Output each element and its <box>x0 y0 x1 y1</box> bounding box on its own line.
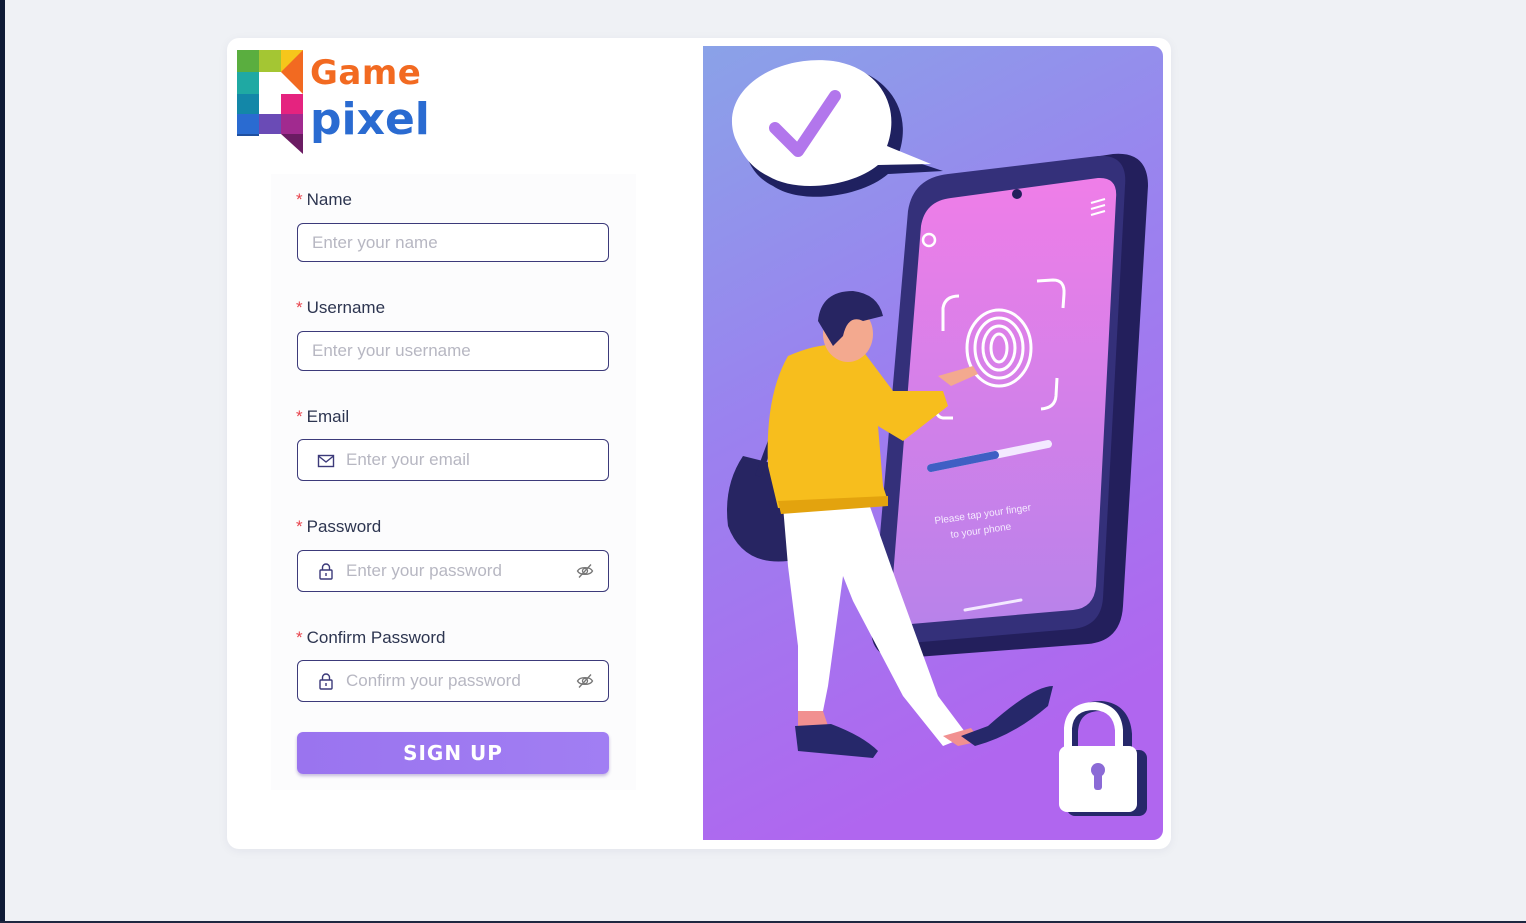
eye-off-icon[interactable] <box>576 562 594 580</box>
password-field[interactable] <box>297 550 609 592</box>
username-label: * Username <box>296 298 386 317</box>
required-mark: * <box>296 190 303 209</box>
password-label: * Password <box>296 517 382 536</box>
password-input[interactable] <box>346 551 566 591</box>
required-mark: * <box>296 517 303 536</box>
lock-icon <box>319 673 333 690</box>
required-mark: * <box>296 628 303 647</box>
email-label: * Email <box>296 407 350 426</box>
required-mark: * <box>296 298 303 317</box>
logo-text-game: Game <box>310 53 422 93</box>
name-input[interactable] <box>312 224 602 261</box>
username-field[interactable] <box>297 331 609 371</box>
sign-up-button[interactable]: SIGN UP <box>297 732 609 774</box>
logo-text-pixel: pixel <box>310 94 430 145</box>
eye-off-icon[interactable] <box>576 672 594 690</box>
confirm-password-field[interactable] <box>297 660 609 702</box>
required-mark: * <box>296 407 303 426</box>
confirm-password-input[interactable] <box>346 661 566 701</box>
name-field[interactable] <box>297 223 609 262</box>
fingerprint-illustration: Please tap your finger to your phone <box>703 46 1163 840</box>
username-input[interactable] <box>312 332 602 370</box>
lock-icon <box>319 563 333 580</box>
window-edge <box>0 0 5 923</box>
email-field[interactable] <box>297 439 609 481</box>
email-input[interactable] <box>346 440 601 480</box>
name-label: * Name <box>296 190 352 209</box>
mail-icon <box>317 454 335 468</box>
confirm-password-label: * Confirm Password <box>296 628 446 647</box>
